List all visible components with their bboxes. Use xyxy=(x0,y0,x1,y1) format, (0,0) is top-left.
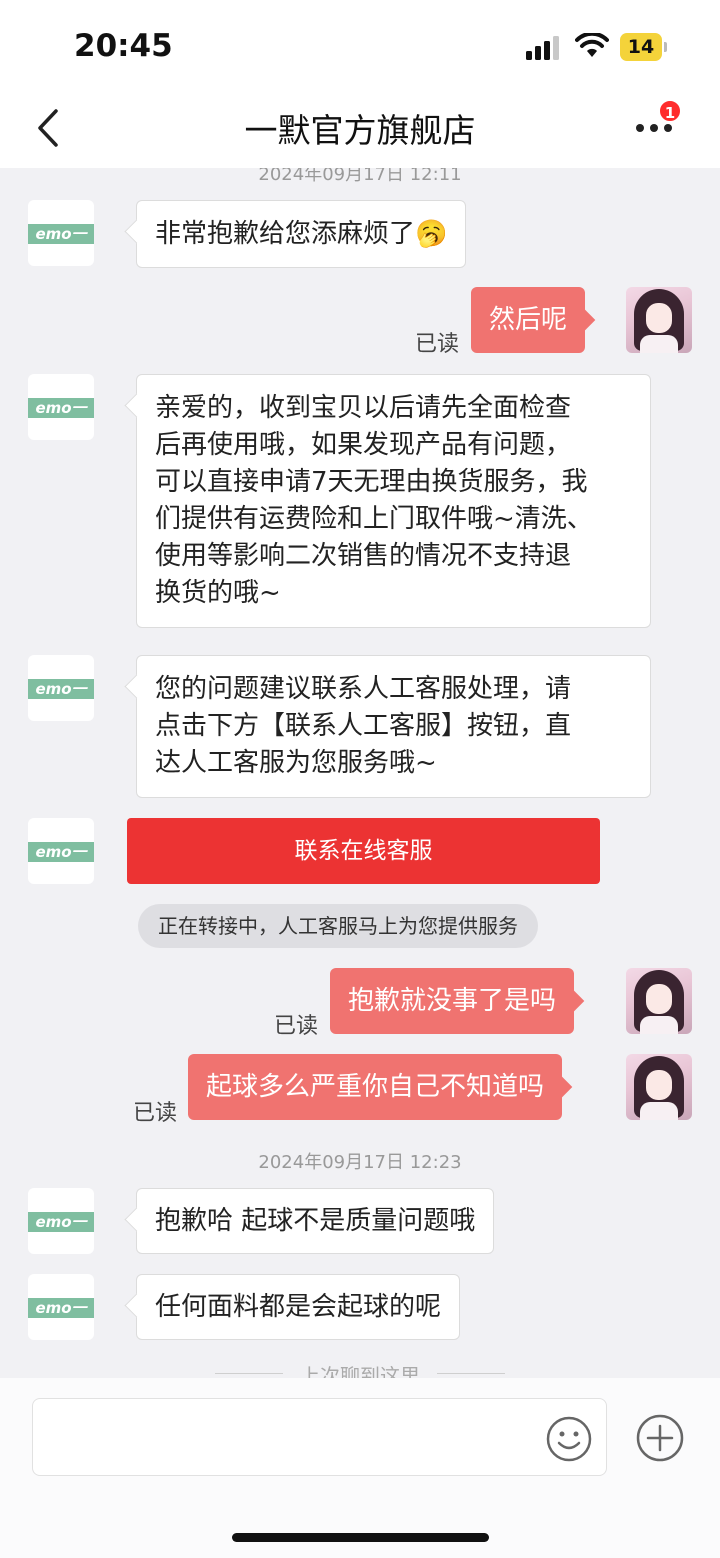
message-bubble-user[interactable]: 起球多么严重你自己不知道吗 xyxy=(188,1054,563,1120)
message-text: 抱歉哈 起球不是质量问题哦 xyxy=(155,1206,476,1236)
message-bubble-shop[interactable]: 非常抱歉给您添麻烦了🥱 xyxy=(136,200,467,268)
shop-avatar[interactable]: emo一默 xyxy=(28,200,94,266)
contact-online-service-button[interactable]: 联系在线客服 xyxy=(127,818,600,884)
message-bubble-user[interactable]: 抱歉就没事了是吗 xyxy=(330,968,575,1034)
shop-avatar[interactable]: emo一默 xyxy=(28,1188,94,1254)
nav-bar: 一默官方旗舰店 1 xyxy=(0,90,720,168)
message-bubble-user[interactable]: 然后呢 xyxy=(471,287,586,353)
read-status: 已读 xyxy=(274,1014,319,1039)
message-bubble-shop[interactable]: 亲爱的，收到宝贝以后请先全面检查 后再使用哦，如果发现产品有问题， 可以直接申请… xyxy=(136,374,651,628)
message-text: 抱歉就没事了是吗 xyxy=(348,986,557,1016)
message-line: 亲爱的，收到宝贝以后请先全面检查 xyxy=(155,393,572,423)
battery-icon: 14 xyxy=(620,33,667,61)
page-title: 一默官方旗舰店 xyxy=(244,111,476,150)
message-line: 达人工客服为您服务哦~ xyxy=(155,748,437,778)
message-text: 非常抱歉给您添麻烦了 xyxy=(155,219,416,249)
user-avatar[interactable] xyxy=(626,968,692,1034)
message-line: 您的问题建议联系人工客服处理，请 xyxy=(155,674,572,704)
message-line: 可以直接申请7天无理由换货服务，我 xyxy=(155,467,588,497)
input-area xyxy=(0,1378,720,1558)
status-bar: 20:45 14 xyxy=(0,0,720,90)
emoji-icon[interactable] xyxy=(545,1415,593,1463)
message-line: 点击下方【联系人工客服】按钮，直 xyxy=(155,711,572,741)
notification-badge: 1 xyxy=(658,99,682,123)
read-status: 已读 xyxy=(415,332,460,357)
user-avatar[interactable] xyxy=(626,287,692,353)
wifi-icon xyxy=(575,33,609,57)
message-input[interactable] xyxy=(32,1398,607,1476)
user-avatar[interactable] xyxy=(626,1054,692,1120)
system-notice: 正在转接中，人工客服马上为您提供服务 xyxy=(138,904,538,948)
timestamp: 2024年09月17日 12:11 xyxy=(258,168,462,185)
last-chat-divider: 上次聊到这里 xyxy=(300,1364,420,1378)
message-text: 然后呢 xyxy=(489,305,568,335)
message-line: 后再使用哦，如果发现产品有问题， xyxy=(155,430,572,460)
battery-level: 14 xyxy=(620,33,662,61)
chat-area[interactable]: 2024年09月17日 12:11 emo一默 非常抱歉给您添麻烦了🥱 已读 然… xyxy=(0,168,720,1378)
home-indicator[interactable] xyxy=(232,1533,489,1542)
message-line: 换货的哦~ xyxy=(155,578,281,608)
read-status: 已读 xyxy=(133,1101,178,1126)
message-line: 使用等影响二次销售的情况不支持退 xyxy=(155,541,572,571)
message-bubble-shop[interactable]: 抱歉哈 起球不是质量问题哦 xyxy=(136,1188,495,1254)
back-icon[interactable] xyxy=(34,108,64,148)
plus-icon[interactable] xyxy=(636,1414,684,1462)
message-bubble-shop[interactable]: 任何面料都是会起球的呢 xyxy=(136,1274,461,1340)
message-bubble-shop[interactable]: 您的问题建议联系人工客服处理，请 点击下方【联系人工客服】按钮，直 达人工客服为… xyxy=(136,655,651,798)
status-time: 20:45 xyxy=(74,28,173,64)
shop-avatar[interactable]: emo一默 xyxy=(28,655,94,721)
message-text: 起球多么严重你自己不知道吗 xyxy=(206,1072,545,1102)
message-line: 们提供有运费险和上门取件哦~清洗、 xyxy=(155,504,593,534)
shop-avatar[interactable]: emo一默 xyxy=(28,374,94,440)
timestamp: 2024年09月17日 12:23 xyxy=(258,1152,462,1173)
message-text: 任何面料都是会起球的呢 xyxy=(155,1292,442,1322)
signal-icon xyxy=(526,36,559,60)
shop-avatar[interactable]: emo一默 xyxy=(28,1274,94,1340)
yawning-emoji-icon: 🥱 xyxy=(415,219,448,249)
divider-line xyxy=(437,1373,505,1374)
shop-avatar[interactable]: emo一默 xyxy=(28,818,94,884)
